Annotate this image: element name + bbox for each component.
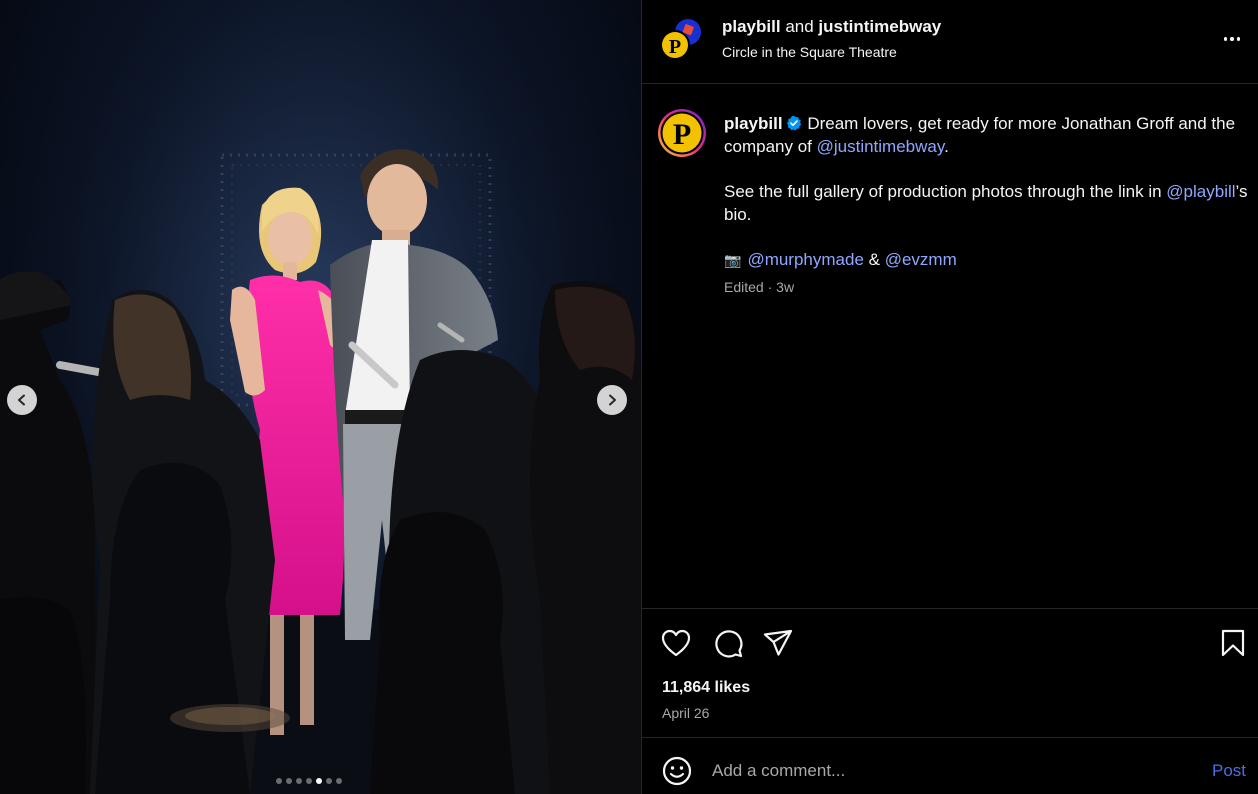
chevron-left-icon [18,394,25,406]
carousel-dot [286,778,292,784]
carousel-indicator [276,778,342,784]
smiley-icon[interactable] [662,756,692,786]
chevron-right-icon [609,394,616,406]
carousel-dot [316,778,322,784]
post-details-panel: P playbill and justintimebway Circle in … [641,0,1258,794]
svg-text:P: P [673,118,691,151]
previous-slide-button[interactable] [7,385,37,415]
post-authors: playbill and justintimebway [722,17,941,37]
save-button[interactable] [1217,627,1249,659]
post-photo[interactable] [0,0,641,794]
next-slide-button[interactable] [597,385,627,415]
carousel-dot [276,778,282,784]
add-comment-row: Post [642,739,1258,794]
paper-plane-icon [763,629,793,656]
share-button[interactable] [762,627,794,659]
author-username[interactable]: playbill [722,17,781,36]
stage-photo-illustration [0,0,641,794]
svg-text:P: P [669,36,681,58]
location-link[interactable]: Circle in the Square Theatre [722,44,897,60]
heart-icon [661,629,691,657]
like-button[interactable] [660,627,692,659]
likes-count[interactable]: 11,864 likes [662,679,750,697]
caption-username[interactable]: playbill [724,114,783,133]
mention-playbill[interactable]: @playbill [1166,182,1235,201]
mention-justintimebway[interactable]: @justintimebway [817,137,944,156]
collab-avatars[interactable]: P [658,18,704,64]
comment-input[interactable] [712,759,1172,783]
post-header: P playbill and justintimebway Circle in … [642,0,1258,84]
collaborator-username[interactable]: justintimebway [818,17,941,36]
mention-evzmm[interactable]: @evzmm [885,250,957,269]
speech-bubble-icon [715,630,743,658]
meta-separator: · [763,279,777,295]
and-text: and [785,17,814,36]
post-date[interactable]: April 26 [662,705,709,721]
post-caption: playbill Dream lovers, get ready for mor… [724,112,1254,294]
more-options-button[interactable] [1219,28,1245,50]
caption-text-2: See the full gallery of production photo… [724,182,1167,201]
carousel-dot [296,778,302,784]
bookmark-icon [1221,629,1245,657]
time-ago[interactable]: 3w [776,279,794,295]
caption-meta: Edited · 3w [724,279,794,295]
credit-joiner: & [863,250,885,269]
edited-label: Edited [724,279,764,295]
action-bar: 11,864 likes April 26 [642,608,1258,738]
caption-period: . [944,137,949,156]
carousel-dot [336,778,342,784]
post-comment-button[interactable]: Post [1212,761,1246,781]
ellipsis-icon [1223,37,1228,41]
verified-badge-icon [786,115,801,131]
carousel-dot [306,778,312,784]
carousel-dot [326,778,332,784]
mention-murphymade[interactable]: @murphymade [747,250,863,269]
camera-icon: 📷 [724,252,742,268]
comment-button[interactable] [712,627,744,659]
caption-avatar[interactable]: P [657,108,707,158]
